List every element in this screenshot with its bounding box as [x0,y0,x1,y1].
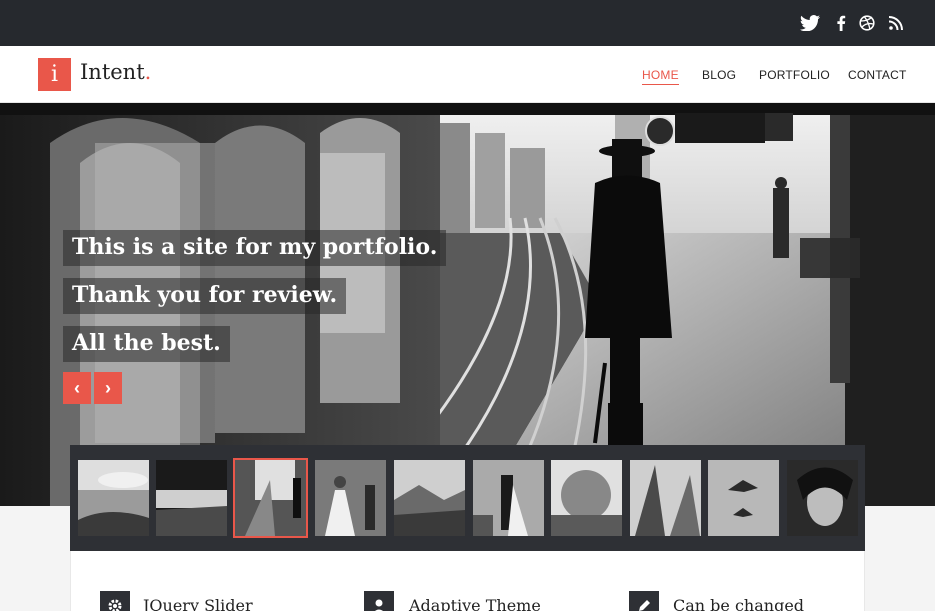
hero-caption-1: This is a site for my portfolio. [63,230,447,266]
thumbnail-strip [70,445,865,551]
hero-caption-2: Thank you for review. [63,278,347,314]
site-header: i Intent. HOME BLOG PORTFOLIO CONTACT [0,46,935,103]
thumbnail-7[interactable] [551,460,622,536]
logo-name: Intent [80,60,145,84]
features-section: JQuery Slider Adaptive Theme Can be chan… [70,551,865,611]
nav-contact[interactable]: CONTACT [848,68,907,82]
hero-caption-3: All the best. [63,326,230,362]
logo-dot: . [144,60,152,84]
social-bar [0,0,935,46]
nav-blog[interactable]: BLOG [702,68,736,82]
feature-icon-box-1 [100,591,130,611]
feature-icon-box-3 [629,591,659,611]
slider-prev-button[interactable]: ‹ [63,372,91,404]
thumbnail-3[interactable] [233,458,308,538]
feature-title-2: Adaptive Theme [409,596,541,611]
twitter-link[interactable] [799,13,821,33]
logo-text[interactable]: Intent. [80,60,151,84]
nav-home[interactable]: HOME [642,68,679,85]
nav-portfolio[interactable]: PORTFOLIO [759,68,830,82]
feature-title-1: JQuery Slider [143,596,253,611]
chevron-right-icon: › [105,377,111,398]
slider-next-button[interactable]: › [94,372,122,404]
facebook-link[interactable] [830,13,852,33]
thumbnail-6[interactable] [473,460,544,536]
thumbnail-2[interactable] [156,460,227,536]
thumbnail-10[interactable] [787,460,858,536]
logo-mark[interactable]: i [38,58,71,91]
rss-icon [889,16,903,30]
thumbnail-5[interactable] [394,460,465,536]
twitter-icon [800,15,820,31]
pencil-icon [639,600,650,611]
dribbble-icon [859,15,875,31]
chevron-left-icon: ‹ [74,377,80,398]
thumbnail-9[interactable] [708,460,779,536]
rss-link[interactable] [885,13,907,33]
facebook-icon [837,15,846,31]
thumbnail-1[interactable] [78,460,149,536]
thumbnail-4[interactable] [315,460,386,536]
feature-title-3: Can be changed [673,596,805,611]
user-icon [375,599,383,611]
gear-icon [108,599,122,611]
feature-icon-box-2 [364,591,394,611]
dribbble-link[interactable] [856,13,878,33]
thumbnail-8[interactable] [630,460,701,536]
